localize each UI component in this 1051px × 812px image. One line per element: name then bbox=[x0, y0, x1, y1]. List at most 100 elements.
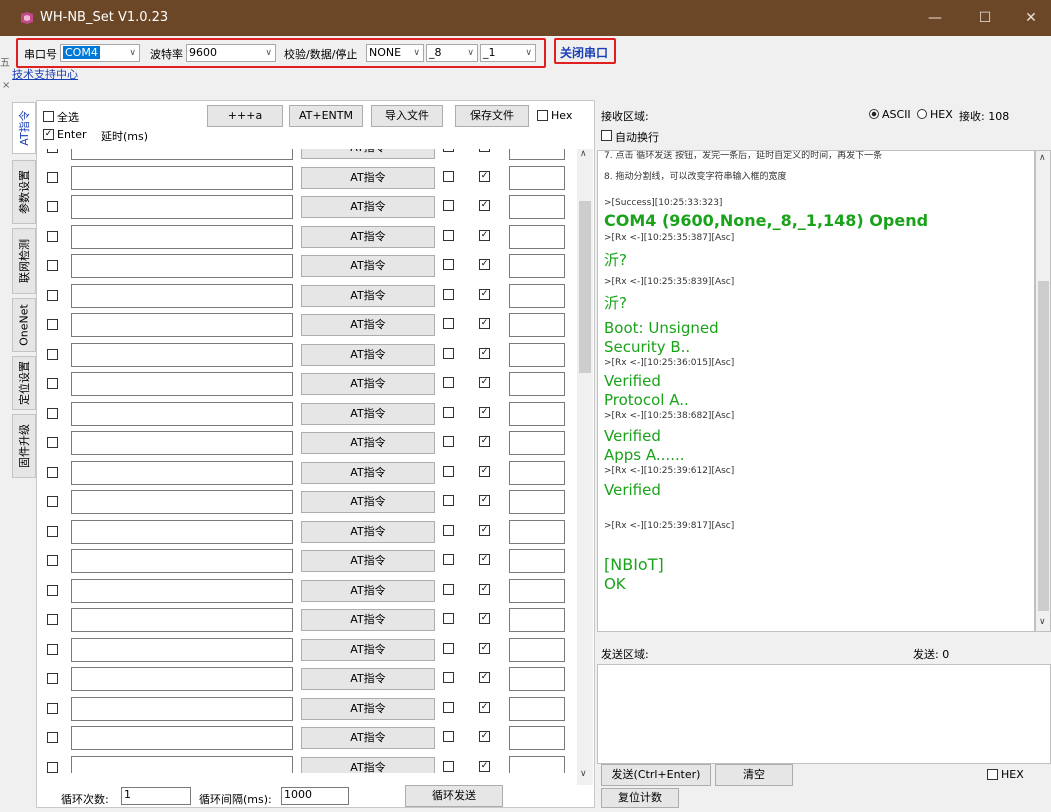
row-delay-input[interactable] bbox=[509, 549, 565, 573]
row-delay-input[interactable] bbox=[509, 254, 565, 278]
select-all-checkbox[interactable] bbox=[43, 111, 54, 122]
command-input[interactable] bbox=[71, 579, 293, 603]
baud-select[interactable]: 9600 ∨ bbox=[186, 44, 276, 62]
row-hex-checkbox[interactable] bbox=[443, 702, 454, 713]
row-enter-checkbox[interactable]: ✓ bbox=[479, 672, 490, 683]
maximize-button[interactable]: ☐ bbox=[970, 8, 1000, 28]
command-input[interactable] bbox=[71, 313, 293, 337]
command-input[interactable] bbox=[71, 638, 293, 662]
support-link[interactable]: 技术支持中心 bbox=[12, 66, 78, 82]
row-select-checkbox[interactable] bbox=[47, 614, 58, 625]
row-hex-checkbox[interactable] bbox=[443, 318, 454, 329]
row-enter-checkbox[interactable]: ✓ bbox=[479, 200, 490, 211]
row-delay-input[interactable] bbox=[509, 490, 565, 514]
command-input[interactable] bbox=[71, 225, 293, 249]
command-input[interactable] bbox=[71, 284, 293, 308]
recv-scrollbar[interactable]: ∧ ∨ bbox=[1035, 150, 1051, 632]
command-input[interactable] bbox=[71, 726, 293, 750]
command-input[interactable] bbox=[71, 431, 293, 455]
receive-area[interactable]: 7. 点击 循环发送 按钮，发完一条后，延时自定义的时间，再发下一条 8. 拖动… bbox=[597, 150, 1035, 632]
row-enter-checkbox[interactable]: ✓ bbox=[479, 436, 490, 447]
row-delay-input[interactable] bbox=[509, 756, 565, 773]
at-command-button[interactable]: AT指令 bbox=[301, 698, 435, 720]
left-scrollbar[interactable]: ∧ ∨ bbox=[577, 149, 593, 785]
clear-button[interactable]: 清空 bbox=[715, 764, 793, 786]
row-hex-checkbox[interactable] bbox=[443, 643, 454, 654]
at-command-button[interactable]: AT指令 bbox=[301, 462, 435, 484]
row-delay-input[interactable] bbox=[509, 284, 565, 308]
row-select-checkbox[interactable] bbox=[47, 644, 58, 655]
data-bits-select[interactable]: _8 ∨ bbox=[426, 44, 478, 62]
row-enter-checkbox[interactable]: ✓ bbox=[479, 289, 490, 300]
command-input[interactable] bbox=[71, 520, 293, 544]
row-hex-checkbox[interactable] bbox=[443, 436, 454, 447]
row-hex-checkbox[interactable] bbox=[443, 495, 454, 506]
at-command-button[interactable]: AT指令 bbox=[301, 668, 435, 690]
ascii-radio[interactable] bbox=[869, 109, 879, 119]
row-hex-checkbox[interactable] bbox=[443, 466, 454, 477]
tab-at-command[interactable]: AT指令 bbox=[12, 102, 36, 154]
row-delay-input[interactable] bbox=[509, 726, 565, 750]
row-delay-input[interactable] bbox=[509, 431, 565, 455]
at-command-button[interactable]: AT指令 bbox=[301, 167, 435, 189]
scroll-down-icon[interactable]: ∨ bbox=[1039, 617, 1046, 627]
row-enter-checkbox[interactable]: ✓ bbox=[479, 348, 490, 359]
at-command-button[interactable]: AT指令 bbox=[301, 491, 435, 513]
row-select-checkbox[interactable] bbox=[47, 437, 58, 448]
row-enter-checkbox[interactable]: ✓ bbox=[479, 149, 490, 152]
row-delay-input[interactable] bbox=[509, 166, 565, 190]
stop-bits-select[interactable]: _1 ∨ bbox=[480, 44, 536, 62]
command-input[interactable] bbox=[71, 343, 293, 367]
loop-count-input[interactable]: 1 bbox=[121, 787, 191, 805]
command-input[interactable] bbox=[71, 549, 293, 573]
tab-params[interactable]: 参数设置 bbox=[12, 160, 36, 224]
row-hex-checkbox[interactable] bbox=[443, 149, 454, 152]
row-select-checkbox[interactable] bbox=[47, 703, 58, 714]
close-button[interactable]: ✕ bbox=[1016, 8, 1046, 28]
row-select-checkbox[interactable] bbox=[47, 555, 58, 566]
command-input[interactable] bbox=[71, 402, 293, 426]
enter-checkbox[interactable]: ✓ bbox=[43, 129, 54, 140]
port-select[interactable]: COM4 ∨ bbox=[60, 44, 140, 62]
row-select-checkbox[interactable] bbox=[47, 467, 58, 478]
row-hex-checkbox[interactable] bbox=[443, 200, 454, 211]
row-select-checkbox[interactable] bbox=[47, 585, 58, 596]
auto-wrap-checkbox[interactable] bbox=[601, 130, 612, 141]
at-command-button[interactable]: AT指令 bbox=[301, 314, 435, 336]
row-hex-checkbox[interactable] bbox=[443, 672, 454, 683]
row-select-checkbox[interactable] bbox=[47, 496, 58, 507]
row-delay-input[interactable] bbox=[509, 579, 565, 603]
at-command-button[interactable]: AT指令 bbox=[301, 521, 435, 543]
plus-a-button[interactable]: +++a bbox=[207, 105, 283, 127]
tab-firmware[interactable]: 固件升级 bbox=[12, 414, 36, 478]
at-command-button[interactable]: AT指令 bbox=[301, 373, 435, 395]
row-select-checkbox[interactable] bbox=[47, 732, 58, 743]
parity-select[interactable]: NONE ∨ bbox=[366, 44, 424, 62]
row-delay-input[interactable] bbox=[509, 313, 565, 337]
row-hex-checkbox[interactable] bbox=[443, 761, 454, 772]
command-input[interactable] bbox=[71, 254, 293, 278]
row-delay-input[interactable] bbox=[509, 697, 565, 721]
row-enter-checkbox[interactable]: ✓ bbox=[479, 171, 490, 182]
close-port-button[interactable]: 关闭串口 bbox=[560, 44, 608, 61]
row-hex-checkbox[interactable] bbox=[443, 348, 454, 359]
tab-network-check[interactable]: 联网检测 bbox=[12, 228, 36, 294]
row-delay-input[interactable] bbox=[509, 638, 565, 662]
left-scroll-thumb[interactable] bbox=[579, 201, 591, 373]
row-delay-input[interactable] bbox=[509, 149, 565, 160]
command-input[interactable] bbox=[71, 195, 293, 219]
at-command-button[interactable]: AT指令 bbox=[301, 255, 435, 277]
tab-location[interactable]: 定位设置 bbox=[12, 356, 36, 410]
send-button[interactable]: 发送(Ctrl+Enter) bbox=[601, 764, 711, 786]
import-file-button[interactable]: 导入文件 bbox=[371, 105, 443, 127]
row-enter-checkbox[interactable]: ✓ bbox=[479, 407, 490, 418]
row-enter-checkbox[interactable]: ✓ bbox=[479, 554, 490, 565]
at-command-button[interactable]: AT指令 bbox=[301, 344, 435, 366]
row-delay-input[interactable] bbox=[509, 520, 565, 544]
command-input[interactable] bbox=[71, 372, 293, 396]
row-enter-checkbox[interactable]: ✓ bbox=[479, 761, 490, 772]
scroll-down-icon[interactable]: ∨ bbox=[580, 769, 587, 779]
row-hex-checkbox[interactable] bbox=[443, 584, 454, 595]
row-select-checkbox[interactable] bbox=[47, 673, 58, 684]
command-input[interactable] bbox=[71, 166, 293, 190]
